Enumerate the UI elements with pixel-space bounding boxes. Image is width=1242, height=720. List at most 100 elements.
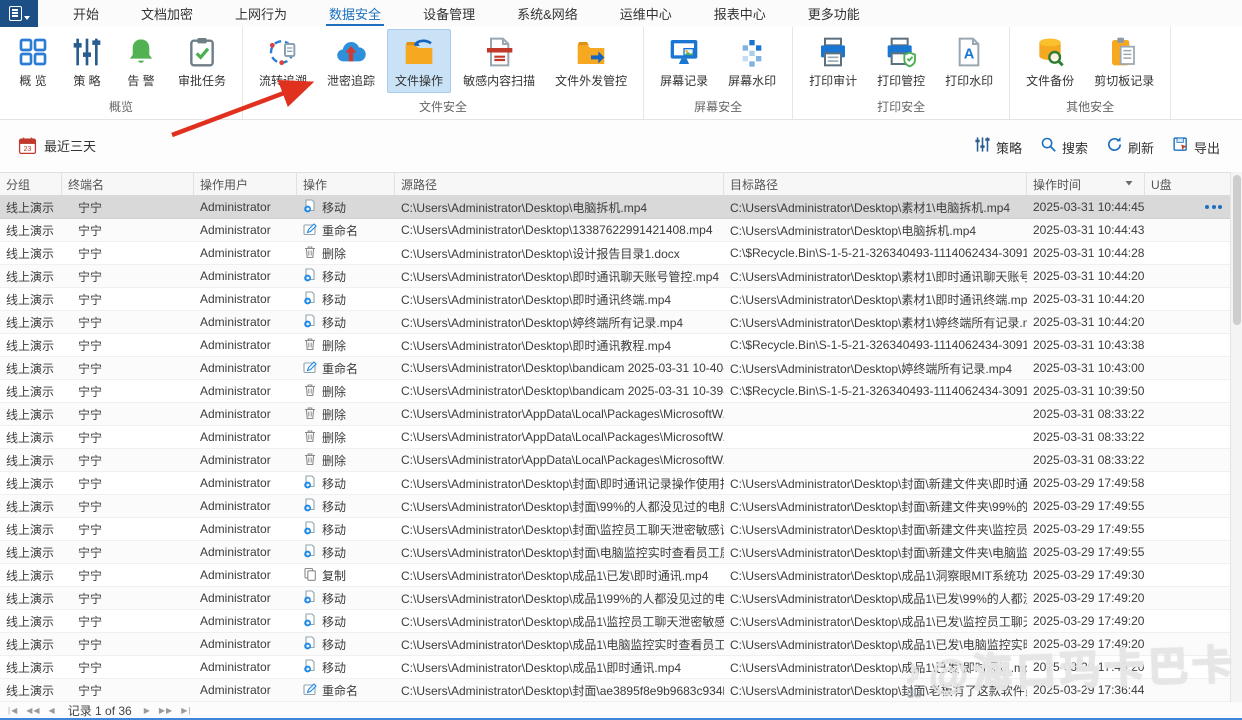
column-header-源路径[interactable]: 源路径 [395,173,724,195]
table-row[interactable]: 线上演示宁宁Administrator移动C:\Users\Administra… [0,656,1242,679]
table-row[interactable]: 线上演示宁宁Administrator删除C:\Users\Administra… [0,449,1242,472]
cell-operation: 删除 [297,334,395,356]
menu-tab-文档加密[interactable]: 文档加密 [120,0,214,27]
op-rename-icon [303,682,317,699]
menu-tab-设备管理[interactable]: 设备管理 [402,0,496,27]
cell-target-path: C:\Users\Administrator\Desktop\封面\新建文件夹\… [724,472,1027,494]
row-more-actions-icon[interactable] [1205,205,1224,209]
menu-tab-数据安全[interactable]: 数据安全 [308,0,402,27]
ribbon-button-文件操作[interactable]: 文件操作 [387,29,451,93]
table-row[interactable]: 线上演示宁宁Administrator删除C:\Users\Administra… [0,380,1242,403]
table-row[interactable]: 线上演示宁宁Administrator删除C:\Users\Administra… [0,403,1242,426]
menu-tab-运维中心[interactable]: 运维中心 [599,0,693,27]
toolbar-button-搜索[interactable]: 搜索 [1040,136,1088,158]
menu-tab-系统&网络[interactable]: 系统&网络 [496,0,599,27]
ribbon-button-审批任务[interactable]: 审批任务 [170,29,234,93]
table-row[interactable]: 线上演示宁宁Administrator移动C:\Users\Administra… [0,196,1242,219]
cell-user: Administrator [194,633,297,655]
svg-text:23: 23 [24,145,32,153]
ribbon-button-概览[interactable]: 概 览 [8,29,58,93]
operation-label: 重命名 [322,222,358,239]
table-row[interactable]: 线上演示宁宁Administrator重命名C:\Users\Administr… [0,679,1242,702]
op-delete-icon [303,406,317,423]
cell-operation: 移动 [297,288,395,310]
nav-last-button[interactable]: ▶| [181,706,191,715]
cell-group: 线上演示 [0,541,62,563]
file-ops-folder-icon [402,35,436,69]
column-header-操作用户[interactable]: 操作用户 [194,173,297,195]
table-row[interactable]: 线上演示宁宁Administrator删除C:\Users\Administra… [0,426,1242,449]
ribbon-button-打印管控[interactable]: 打印管控 [869,29,933,93]
table-row[interactable]: 线上演示宁宁Administrator移动C:\Users\Administra… [0,288,1242,311]
scrollbar-thumb[interactable] [1233,175,1241,325]
cell-terminal: 宁宁 [62,380,194,402]
table-row[interactable]: 线上演示宁宁Administrator移动C:\Users\Administra… [0,472,1242,495]
table-row[interactable]: 线上演示宁宁Administrator重命名C:\Users\Administr… [0,219,1242,242]
filter-bar: 23 最近三天 策略搜索刷新 导出 [0,120,1242,172]
toolbar-button-label: 导出 [1194,138,1220,157]
app-menu-button[interactable] [0,0,38,27]
table-row[interactable]: 线上演示宁宁Administrator移动C:\Users\Administra… [0,311,1242,334]
cell-operation: 重命名 [297,357,395,379]
table-row[interactable]: 线上演示宁宁Administrator删除C:\Users\Administra… [0,334,1242,357]
cell-time: 2025-03-31 10:44:20 [1027,311,1145,333]
date-filter-button[interactable]: 23 最近三天 [18,136,96,155]
column-header-终端名[interactable]: 终端名 [62,173,194,195]
table-row[interactable]: 线上演示宁宁Administrator移动C:\Users\Administra… [0,495,1242,518]
nav-fastforward-button[interactable]: ▶▶ [159,706,173,715]
cell-operation: 移动 [297,196,395,218]
op-move-icon [303,636,317,653]
nav-next-button[interactable]: ▶ [144,706,151,715]
table-row[interactable]: 线上演示宁宁Administrator移动C:\Users\Administra… [0,518,1242,541]
menu-tab-开始[interactable]: 开始 [52,0,120,27]
ribbon-button-屏幕记录[interactable]: 屏幕记录 [652,29,716,93]
cell-time: 2025-03-29 17:49:20 [1027,656,1145,678]
column-header-U盘[interactable]: U盘 [1145,173,1230,195]
ribbon-button-文件外发管控[interactable]: 文件外发管控 [547,29,635,93]
ribbon-button-泄密追踪[interactable]: 泄密追踪 [319,29,383,93]
ribbon-button-流转追溯[interactable]: 流转追溯 [251,29,315,93]
cell-terminal: 宁宁 [62,518,194,540]
ribbon-button-告警[interactable]: 告 警 [116,29,166,93]
cell-time: 2025-03-29 17:49:55 [1027,518,1145,540]
cell-user: Administrator [194,495,297,517]
ribbon-button-label: 屏幕记录 [660,72,708,89]
toolbar-button-导出[interactable]: 导出 [1172,136,1220,158]
ribbon-button-打印水印[interactable]: A打印水印 [937,29,1001,93]
table-row[interactable]: 线上演示宁宁Administrator移动C:\Users\Administra… [0,265,1242,288]
cell-operation: 删除 [297,242,395,264]
nav-fastback-button[interactable]: ◀◀ [26,706,40,715]
nav-prev-button[interactable]: ◀ [49,706,56,715]
table-row[interactable]: 线上演示宁宁Administrator移动C:\Users\Administra… [0,587,1242,610]
vertical-scrollbar[interactable] [1230,172,1242,702]
ribbon-button-label: 审批任务 [178,72,226,89]
ribbon-button-label: 策 略 [73,72,100,89]
column-header-分组[interactable]: 分组 [0,173,62,195]
menu-tabs: 开始文档加密上网行为数据安全设备管理系统&网络运维中心报表中心更多功能 [52,0,881,27]
nav-first-button[interactable]: |◀ [8,706,18,715]
ribbon-button-敏感内容扫描[interactable]: 敏感内容扫描 [455,29,543,93]
toolbar-button-策略[interactable]: 策略 [974,136,1022,158]
ribbon-button-文件备份[interactable]: 文件备份 [1018,29,1082,93]
toolbar-button-刷新[interactable]: 刷新 [1106,136,1154,158]
table-row[interactable]: 线上演示宁宁Administrator移动C:\Users\Administra… [0,541,1242,564]
ribbon-button-屏幕水印[interactable]: 屏幕水印 [720,29,784,93]
table-row[interactable]: 线上演示宁宁Administrator移动C:\Users\Administra… [0,633,1242,656]
table-row[interactable]: 线上演示宁宁Administrator复制C:\Users\Administra… [0,564,1242,587]
column-header-目标路径[interactable]: 目标路径 [724,173,1027,195]
column-header-操作时间[interactable]: 操作时间 [1027,173,1145,195]
ribbon-button-剪切板记录[interactable]: 剪切板记录 [1086,29,1162,93]
ribbon-button-打印审计[interactable]: 打印审计 [801,29,865,93]
table-row[interactable]: 线上演示宁宁Administrator重命名C:\Users\Administr… [0,357,1242,380]
table-row[interactable]: 线上演示宁宁Administrator移动C:\Users\Administra… [0,610,1242,633]
cell-user: Administrator [194,518,297,540]
ribbon-button-策略[interactable]: 策 略 [62,29,112,93]
print-control-icon [884,35,918,69]
menu-tab-上网行为[interactable]: 上网行为 [214,0,308,27]
menu-tab-更多功能[interactable]: 更多功能 [787,0,881,27]
menu-tab-报表中心[interactable]: 报表中心 [693,0,787,27]
table-row[interactable]: 线上演示宁宁Administrator删除C:\Users\Administra… [0,242,1242,265]
column-header-操作[interactable]: 操作 [297,173,395,195]
ribbon-group-items: 文件备份剪切板记录 [1016,29,1164,95]
operation-label: 删除 [322,406,346,423]
